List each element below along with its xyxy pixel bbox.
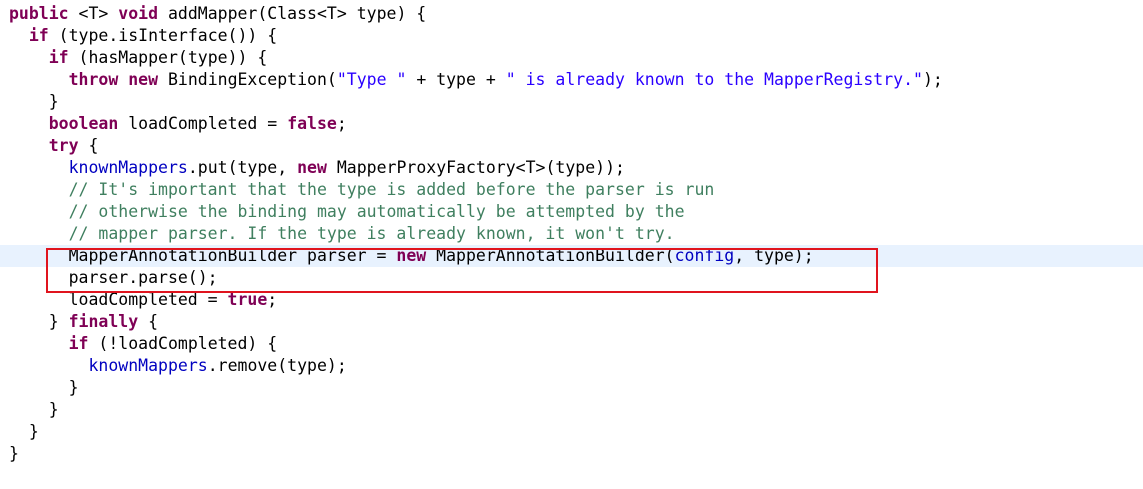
code-line[interactable]: if (type.isInterface()) { (9, 25, 1143, 47)
code-field: knownMappers (68, 158, 188, 177)
code-keyword: true (227, 290, 268, 309)
code-keyword: false (287, 114, 337, 133)
code-text: (hasMapper(type)) { (68, 48, 268, 67)
code-line[interactable]: knownMappers.put(type, new MapperProxyFa… (9, 157, 1143, 179)
code-line[interactable]: parser.parse(); (9, 267, 1143, 289)
code-line[interactable]: // mapper parser. If the type is already… (9, 223, 1143, 245)
code-text-area[interactable]: public <T> void addMapper(Class<T> type)… (0, 3, 1143, 465)
code-line[interactable]: // otherwise the binding may automatical… (9, 201, 1143, 223)
code-keyword: void (118, 4, 159, 23)
code-keyword: new (128, 70, 159, 89)
code-line[interactable]: } (9, 443, 1143, 465)
code-field: knownMappers (88, 356, 208, 375)
code-keyword: public (9, 4, 69, 23)
code-text: <T> (68, 4, 119, 23)
code-text: loadCompleted = (9, 290, 228, 309)
code-line[interactable]: // It's important that the type is added… (9, 179, 1143, 201)
code-line[interactable]: MapperAnnotationBuilder parser = new Map… (0, 245, 1143, 267)
code-line[interactable]: throw new BindingException("Type " + typ… (9, 69, 1143, 91)
code-keyword: throw (68, 70, 119, 89)
code-text: { (78, 136, 99, 155)
code-keyword: if (28, 26, 49, 45)
code-line[interactable]: try { (9, 135, 1143, 157)
code-line[interactable]: } finally { (9, 311, 1143, 333)
code-text: ; (336, 114, 347, 133)
code-text: MapperAnnotationBuilder parser = (9, 246, 397, 265)
code-editor[interactable]: public <T> void addMapper(Class<T> type)… (0, 0, 1143, 489)
code-line[interactable]: if (hasMapper(type)) { (9, 47, 1143, 69)
code-text: BindingException( (158, 70, 337, 89)
code-text: } (9, 92, 59, 111)
code-text: .put(type, (187, 158, 298, 177)
code-text: } (9, 312, 69, 331)
code-comment: // otherwise the binding may automatical… (68, 202, 685, 221)
code-text: loadCompleted = (118, 114, 288, 133)
code-keyword: if (68, 334, 89, 353)
code-text: (!loadCompleted) { (88, 334, 278, 353)
code-line[interactable]: boolean loadCompleted = false; (9, 113, 1143, 135)
code-text: ; (267, 290, 278, 309)
code-keyword: new (396, 246, 427, 265)
code-keyword: if (48, 48, 69, 67)
code-text: MapperProxyFactory<T>(type)); (326, 158, 625, 177)
code-text: { (138, 312, 159, 331)
code-text: } (9, 378, 79, 397)
code-comment: // It's important that the type is added… (68, 180, 715, 199)
code-line[interactable]: } (9, 421, 1143, 443)
code-text: , type); (734, 246, 814, 265)
code-text: parser.parse(); (9, 268, 218, 287)
code-text: addMapper(Class<T> type) { (158, 4, 427, 23)
code-string: " is already known to the MapperRegistry… (505, 70, 923, 89)
code-field: config (674, 246, 735, 265)
code-line[interactable]: } (9, 399, 1143, 421)
code-keyword: boolean (48, 114, 119, 133)
code-line[interactable]: } (9, 91, 1143, 113)
code-text: } (9, 444, 19, 463)
code-keyword: try (48, 136, 79, 155)
code-keyword: finally (68, 312, 139, 331)
code-line[interactable]: public <T> void addMapper(Class<T> type)… (9, 3, 1143, 25)
code-line[interactable]: if (!loadCompleted) { (9, 333, 1143, 355)
code-text: .remove(type); (207, 356, 347, 375)
code-text: MapperAnnotationBuilder( (426, 246, 675, 265)
code-text: + type + (406, 70, 506, 89)
code-text: ); (922, 70, 943, 89)
code-comment: // mapper parser. If the type is already… (68, 224, 675, 243)
code-line[interactable]: } (9, 377, 1143, 399)
code-text: } (9, 422, 39, 441)
code-string: "Type " (336, 70, 407, 89)
code-text: } (9, 400, 59, 419)
code-keyword: new (297, 158, 327, 177)
code-text: (type.isInterface()) { (48, 26, 278, 45)
code-line[interactable]: loadCompleted = true; (9, 289, 1143, 311)
code-line[interactable]: knownMappers.remove(type); (9, 355, 1143, 377)
